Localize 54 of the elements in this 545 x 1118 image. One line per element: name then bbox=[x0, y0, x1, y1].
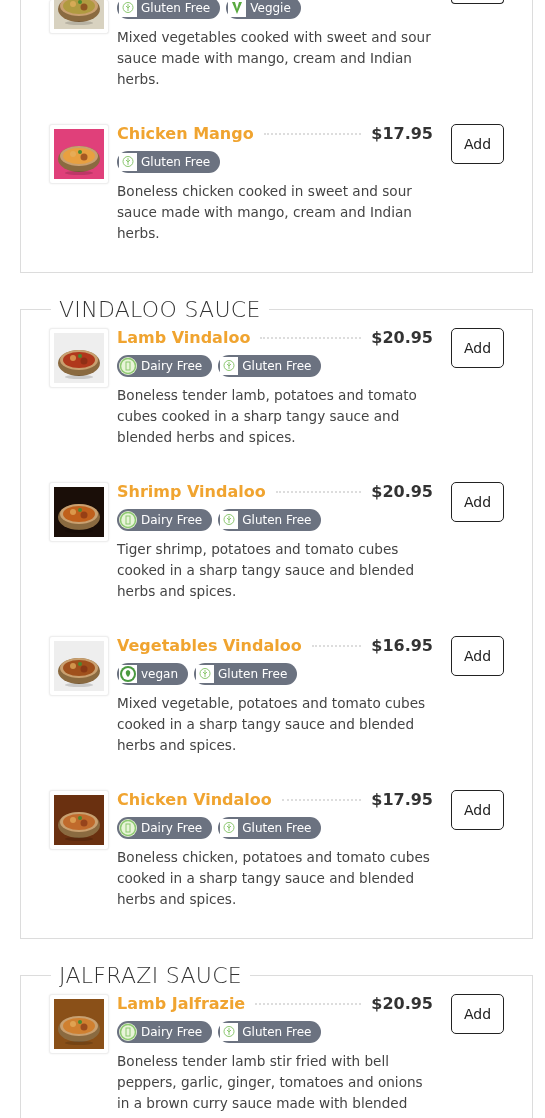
gluten-free-icon bbox=[220, 819, 239, 837]
dairy-free-icon bbox=[119, 819, 137, 837]
badge-label: vegan bbox=[141, 667, 179, 681]
gluten-free-icon bbox=[220, 1023, 239, 1041]
badge-label: Gluten Free bbox=[141, 155, 211, 169]
dish-description: Boneless chicken cooked in sweet and sour sauce made with mango, cream and Indian herbs. bbox=[117, 182, 413, 243]
add-button[interactable]: Add bbox=[451, 124, 504, 164]
dish-description: Boneless chicken, potatoes and tomato cubes cooked in a sharp tangy sauce and blended herbs and spices. bbox=[117, 848, 431, 909]
dish-price: $20.95 bbox=[371, 328, 433, 347]
section-title: JALFRAZI SAUCE bbox=[58, 963, 244, 988]
badge-label: Gluten Free bbox=[242, 1025, 312, 1039]
gluten-free-icon bbox=[196, 665, 215, 683]
badge-label: Gluten Free bbox=[218, 667, 288, 681]
badge-label: Dairy Free bbox=[141, 1025, 203, 1039]
dish-name: Vegetables Vindaloo bbox=[117, 636, 302, 655]
dish-description: Mixed vegetables cooked with sweet and sour sauce made with mango, cream and Indian herbs. bbox=[117, 28, 432, 89]
dairy-free-icon bbox=[119, 357, 137, 375]
dish-price: $20.95 bbox=[371, 994, 433, 1013]
badge-label: Dairy Free bbox=[141, 359, 203, 373]
badge-label: Veggie bbox=[250, 1, 291, 15]
badge-label: Gluten Free bbox=[242, 513, 312, 527]
dish-price: $16.95 bbox=[371, 636, 433, 655]
dish-name: Chicken Vindaloo bbox=[117, 790, 272, 809]
badge-label: Dairy Free bbox=[141, 513, 203, 527]
dish-description: Boneless tender lamb, potatoes and tomato cubes cooked in a sharp tangy sauce and blended herbs and spices. bbox=[117, 386, 418, 447]
add-button[interactable] bbox=[451, 0, 504, 4]
add-button[interactable]: Add bbox=[451, 328, 504, 368]
dish-price: $17.95 bbox=[371, 124, 433, 143]
gluten-free-icon bbox=[119, 153, 137, 171]
dish-name: Lamb Jalfrazie bbox=[117, 994, 246, 1013]
dish-description: Mixed vegetable, potatoes and tomato cubes cooked in a sharp tangy sauce and blended herbs and spices. bbox=[117, 694, 427, 755]
section-title: VINDALOO SAUCE bbox=[58, 297, 262, 322]
dish-description: Tiger shrimp, potatoes and tomato cubes cooked in a sharp tangy sauce and blended herbs and spices. bbox=[117, 540, 416, 601]
vegan-icon bbox=[119, 665, 137, 683]
add-button[interactable]: Add bbox=[451, 636, 504, 676]
add-button[interactable]: Add bbox=[451, 482, 504, 522]
add-button[interactable]: Add bbox=[451, 994, 504, 1034]
dish-name: Lamb Vindaloo bbox=[117, 328, 251, 347]
dish-price: $17.95 bbox=[371, 790, 433, 809]
leaf-icon bbox=[228, 0, 247, 17]
badge-label: Dairy Free bbox=[141, 821, 203, 835]
badge-label: Gluten Free bbox=[242, 359, 312, 373]
dish-name: Chicken Mango bbox=[117, 124, 254, 143]
gluten-free-icon bbox=[119, 0, 137, 17]
gluten-free-icon bbox=[220, 511, 239, 529]
badge-label: Gluten Free bbox=[242, 821, 312, 835]
dish-price: $20.95 bbox=[371, 482, 433, 501]
add-button[interactable]: Add bbox=[451, 790, 504, 830]
gluten-free-icon bbox=[220, 357, 239, 375]
dish-name: Shrimp Vindaloo bbox=[117, 482, 266, 501]
dairy-free-icon bbox=[119, 511, 137, 529]
dairy-free-icon bbox=[119, 1023, 137, 1041]
dish-description: Boneless tender lamb stir fried with bell peppers, garlic, ginger, tomatoes and onions in a brown curry sauce made with blended bbox=[117, 1052, 424, 1113]
badge-label: Gluten Free bbox=[141, 1, 211, 15]
